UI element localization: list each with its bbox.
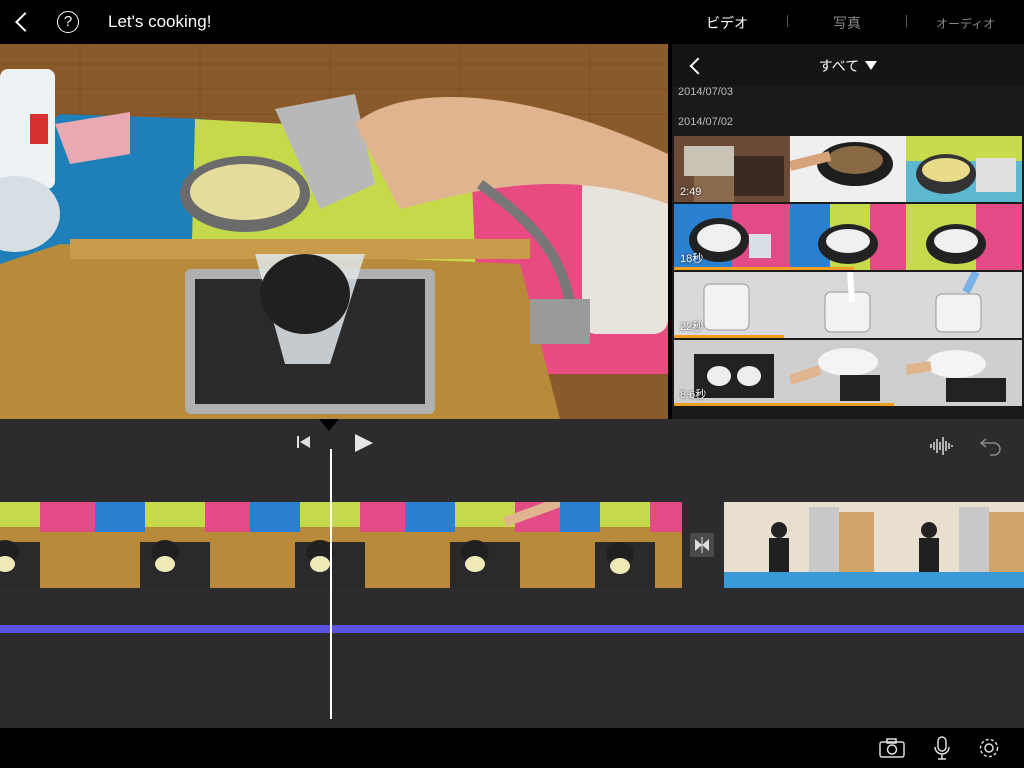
clip-duration: 22秒 — [680, 321, 704, 333]
preview-frame-image — [0, 44, 668, 419]
play-icon[interactable] — [355, 434, 373, 452]
tab-divider — [787, 15, 788, 27]
video-thumbnail[interactable] — [790, 340, 906, 406]
clip-frame — [405, 502, 560, 588]
video-thumbnail[interactable] — [790, 272, 906, 338]
thumbnail-image — [906, 204, 1022, 270]
tab-audio[interactable]: オーディオ — [936, 15, 995, 32]
microphone-icon[interactable] — [934, 736, 950, 760]
used-clip-marker — [674, 267, 854, 270]
clip-duration: 18秒 — [680, 253, 704, 265]
video-thumbnail[interactable]: 8.6秒 — [674, 340, 790, 406]
filter-label: すべて — [818, 58, 860, 74]
thumbnail-image — [906, 136, 1022, 202]
clip-frame — [724, 502, 879, 588]
timeline-video-clip[interactable] — [0, 502, 682, 588]
browser-header: すべて — [672, 44, 1024, 86]
tab-photos[interactable]: 写真 — [833, 13, 861, 33]
clip-duration: 2:49 — [680, 186, 702, 198]
help-button[interactable]: ? — [57, 11, 79, 33]
thumbnail-image — [790, 272, 906, 338]
transition-icon — [695, 537, 709, 553]
media-browser: 2014/07/03 2014/07/02 2:49 18秒 22秒 8.6秒 — [672, 44, 1024, 419]
timeline-video-clip[interactable] — [724, 502, 1024, 588]
audio-waveform-icon[interactable] — [929, 437, 953, 455]
clip-frame — [879, 502, 1024, 588]
video-thumbnail[interactable] — [906, 204, 1022, 270]
tab-divider — [906, 15, 907, 27]
video-preview[interactable] — [0, 44, 668, 419]
video-thumbnail[interactable] — [906, 272, 1022, 338]
dropdown-arrow-icon — [865, 61, 878, 70]
tab-video[interactable]: ビデオ — [706, 13, 748, 33]
playhead-marker-icon — [319, 419, 339, 431]
camera-icon[interactable] — [879, 738, 905, 758]
top-bar: ? Let's cooking! ビデオ 写真 オーディオ — [0, 0, 1024, 44]
thumbnail-image — [906, 340, 1022, 406]
back-icon[interactable] — [15, 12, 35, 32]
date-header: 2014/07/02 — [678, 116, 734, 128]
playhead[interactable] — [330, 449, 332, 719]
video-thumbnail[interactable] — [790, 204, 906, 270]
date-header: 2014/07/03 — [678, 86, 734, 98]
bottom-bar — [0, 728, 1024, 768]
video-thumbnail[interactable] — [790, 136, 906, 202]
clip-duration: 8.6秒 — [680, 389, 707, 401]
used-clip-marker — [674, 403, 894, 406]
timeline[interactable] — [0, 419, 1024, 728]
clip-frame — [95, 502, 250, 588]
clip-frame — [0, 502, 95, 588]
video-thumbnail[interactable] — [906, 340, 1022, 406]
thumbnail-image — [790, 340, 906, 406]
help-icon: ? — [63, 13, 73, 30]
clip-frame — [250, 502, 405, 588]
audio-track[interactable] — [0, 625, 1024, 633]
thumbnail-image — [906, 272, 1022, 338]
thumbnail-image — [790, 136, 906, 202]
filter-dropdown[interactable]: すべて — [672, 56, 1024, 76]
used-clip-marker — [674, 335, 784, 338]
skip-to-start-icon[interactable] — [297, 436, 311, 448]
transition-button[interactable] — [690, 533, 714, 557]
clip-frame — [560, 502, 682, 588]
settings-gear-icon[interactable] — [977, 736, 1001, 760]
video-thumbnail[interactable] — [906, 136, 1022, 202]
video-thumbnail[interactable]: 22秒 — [674, 272, 790, 338]
undo-icon[interactable] — [976, 437, 1002, 457]
video-thumbnail[interactable]: 2:49 — [674, 136, 790, 202]
thumbnail-image — [790, 204, 906, 270]
project-title: Let's cooking! — [108, 12, 212, 31]
video-thumbnail[interactable]: 18秒 — [674, 204, 790, 270]
